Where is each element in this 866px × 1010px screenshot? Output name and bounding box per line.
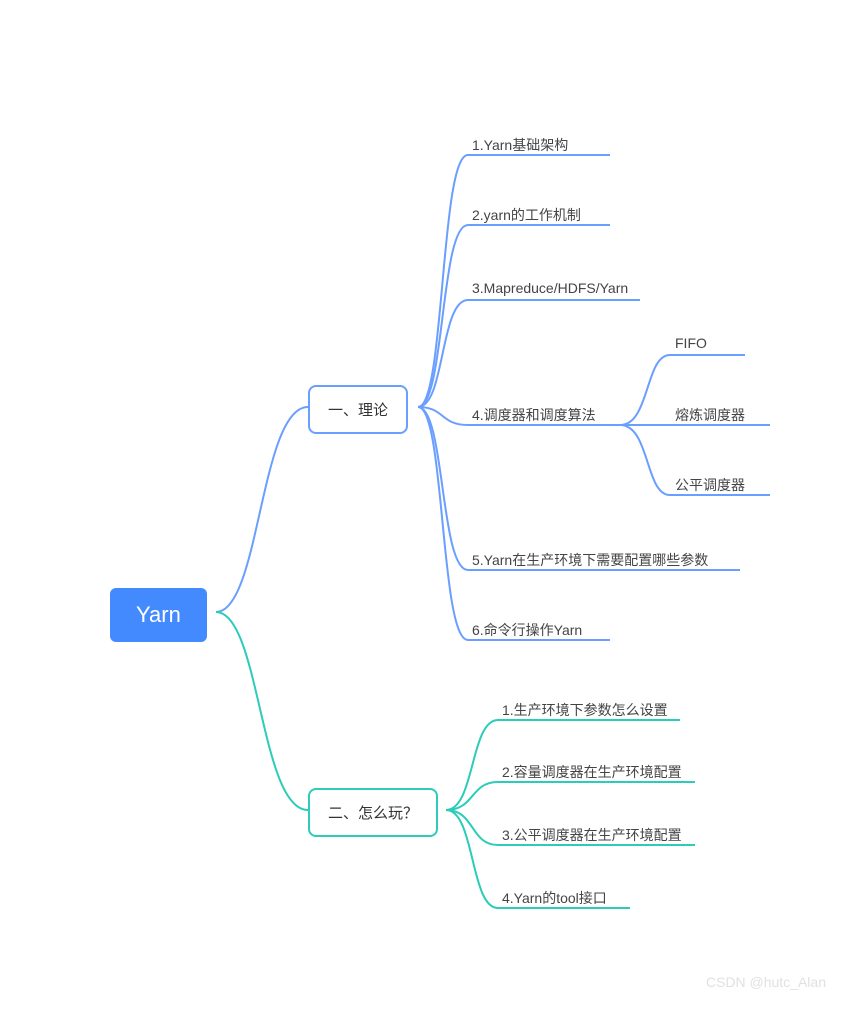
- leaf-fair-scheduler[interactable]: 公平调度器: [675, 475, 745, 495]
- leaf-yarn-architecture[interactable]: 1.Yarn基础架构: [472, 135, 568, 155]
- leaf-production-config[interactable]: 5.Yarn在生产环境下需要配置哪些参数: [472, 550, 708, 570]
- leaf-yarn-mechanism[interactable]: 2.yarn的工作机制: [472, 205, 581, 225]
- leaf-mapreduce-hdfs-yarn[interactable]: 3.Mapreduce/HDFS/Yarn: [472, 280, 628, 296]
- leaf-yarn-tool-api[interactable]: 4.Yarn的tool接口: [502, 888, 607, 908]
- branch-howtoplay[interactable]: 二、怎么玩？: [308, 788, 438, 837]
- leaf-prod-params[interactable]: 1.生产环境下参数怎么设置: [502, 700, 668, 720]
- branch-howtoplay-label: 二、怎么玩？: [328, 805, 418, 822]
- leaf-capacity-prod-config[interactable]: 2.容量调度器在生产环境配置: [502, 762, 682, 782]
- watermark: CSDN @hutc_Alan: [706, 974, 826, 990]
- mindmap-connectors: [0, 0, 866, 1010]
- branch-theory-label: 一、理论: [328, 402, 388, 419]
- leaf-fair-prod-config[interactable]: 3.公平调度器在生产环境配置: [502, 825, 682, 845]
- root-label: Yarn: [136, 602, 181, 627]
- leaf-capacity-scheduler[interactable]: 熔炼调度器: [675, 405, 745, 425]
- branch-theory[interactable]: 一、理论: [308, 385, 408, 434]
- leaf-cli-yarn[interactable]: 6.命令行操作Yarn: [472, 620, 582, 640]
- leaf-scheduler-algorithm[interactable]: 4.调度器和调度算法: [472, 405, 596, 425]
- root-node[interactable]: Yarn: [110, 588, 207, 642]
- leaf-fifo[interactable]: FIFO: [675, 335, 707, 351]
